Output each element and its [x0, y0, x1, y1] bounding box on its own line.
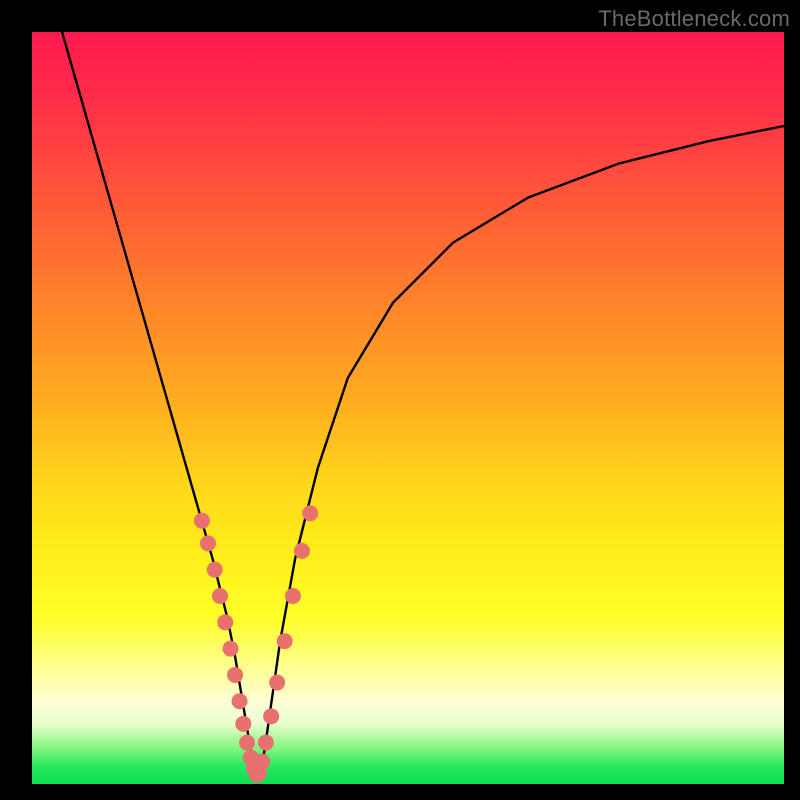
highlight-dot — [269, 674, 285, 690]
highlight-dot — [263, 708, 279, 724]
highlight-dot — [239, 735, 255, 751]
highlight-dot — [294, 543, 310, 559]
highlight-dot — [212, 588, 228, 604]
highlight-dot — [258, 735, 274, 751]
highlight-dot — [232, 693, 248, 709]
highlight-dot — [207, 562, 223, 578]
curve-layer — [32, 32, 784, 784]
highlight-dot — [254, 753, 270, 769]
highlight-dot — [227, 667, 243, 683]
highlight-dot — [235, 716, 251, 732]
bottleneck-curve — [62, 32, 784, 780]
highlight-dot — [285, 588, 301, 604]
highlight-dots — [194, 505, 318, 783]
plot-area — [32, 32, 784, 784]
watermark-text: TheBottleneck.com — [598, 6, 790, 32]
highlight-dot — [217, 614, 233, 630]
highlight-dot — [200, 535, 216, 551]
highlight-dot — [302, 505, 318, 521]
highlight-dot — [277, 633, 293, 649]
highlight-dot — [223, 641, 239, 657]
highlight-dot — [194, 513, 210, 529]
chart-frame: TheBottleneck.com — [0, 0, 800, 800]
